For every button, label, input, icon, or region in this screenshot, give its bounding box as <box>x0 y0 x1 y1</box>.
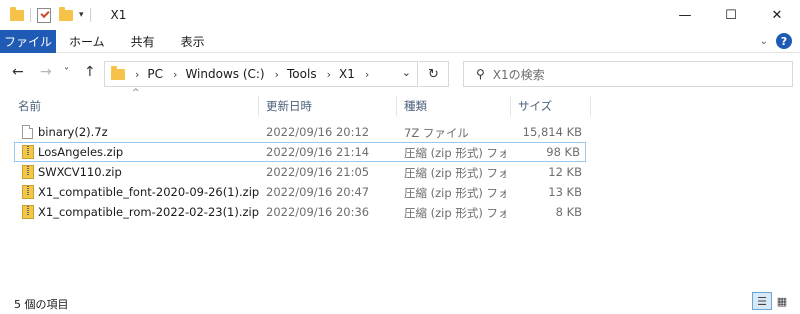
column-size[interactable]: サイズ <box>518 98 552 114</box>
close-button[interactable]: ✕ <box>754 0 800 30</box>
tab-view[interactable]: 表示 <box>168 33 218 50</box>
address-bar[interactable]: › PC › Windows (C:) › Tools › X1 › ⌄ <box>104 61 418 87</box>
breadcrumb-x1[interactable]: X1 <box>339 67 355 81</box>
properties-icon[interactable] <box>37 7 51 23</box>
file-date: 2022/09/16 20:12 <box>266 125 370 139</box>
document-icon <box>22 125 33 139</box>
up-button[interactable]: ↑ <box>84 64 96 80</box>
zip-folder-icon <box>22 185 34 199</box>
column-type[interactable]: 種類 <box>404 98 427 114</box>
file-type: 7Z ファイル <box>404 126 469 140</box>
file-date: 2022/09/16 21:14 <box>266 145 370 159</box>
file-list: binary(2).7z 2022/09/16 20:12 7Z ファイル 15… <box>0 122 800 222</box>
chevron-right-icon[interactable]: › <box>365 68 369 81</box>
file-date: 2022/09/16 21:05 <box>266 165 370 179</box>
column-divider[interactable] <box>258 96 259 116</box>
column-headers: ^ 名前 更新日時 種類 サイズ <box>0 88 800 116</box>
breadcrumb-tools[interactable]: Tools <box>287 67 317 81</box>
search-box[interactable]: ⚲ X1の検索 <box>463 61 793 87</box>
file-date: 2022/09/16 20:47 <box>266 185 370 199</box>
customize-dropdown-icon[interactable]: ▾ <box>79 10 84 20</box>
folder-icon[interactable] <box>10 6 24 21</box>
navigation-bar: ← → ˅ ↑ › PC › Windows (C:) › Tools › X1… <box>0 58 800 90</box>
new-folder-icon[interactable] <box>59 6 73 21</box>
sort-ascending-icon: ^ <box>132 88 140 98</box>
file-type: 圧縮 (zip 形式) フォ... <box>404 206 506 220</box>
expand-ribbon-icon[interactable]: ⌄ <box>760 36 768 47</box>
file-size: 15,814 KB <box>522 125 582 139</box>
window-controls: — ☐ ✕ <box>662 0 800 30</box>
file-type: 圧縮 (zip 形式) フォ... <box>404 166 506 180</box>
file-size: 8 KB <box>555 205 582 219</box>
separator <box>89 8 91 22</box>
large-icons-view-icon[interactable]: ▦ <box>772 292 792 310</box>
minimize-button[interactable]: — <box>662 0 708 30</box>
column-name[interactable]: 名前 <box>18 98 41 114</box>
file-row[interactable]: SWXCV110.zip 2022/09/16 21:05 圧縮 (zip 形式… <box>0 162 800 182</box>
file-size: 13 KB <box>548 185 582 199</box>
file-name: LosAngeles.zip <box>38 145 124 159</box>
search-input[interactable]: X1の検索 <box>493 66 545 83</box>
chevron-right-icon[interactable]: › <box>275 68 279 81</box>
maximize-button[interactable]: ☐ <box>708 0 754 30</box>
help-icon[interactable]: ? <box>776 33 792 49</box>
view-toggle: ☰ ▦ <box>752 292 792 310</box>
chevron-right-icon[interactable]: › <box>135 68 139 81</box>
search-icon: ⚲ <box>476 67 485 81</box>
zip-folder-icon <box>22 145 34 159</box>
file-row[interactable]: X1_compatible_rom-2022-02-23(1).zip 2022… <box>0 202 800 222</box>
column-divider[interactable] <box>510 96 511 116</box>
address-dropdown-icon[interactable]: ⌄ <box>402 66 411 79</box>
file-type: 圧縮 (zip 形式) フォ... <box>404 186 506 200</box>
ribbon-right: ⌄ ? <box>760 33 792 49</box>
column-divider[interactable] <box>396 96 397 116</box>
zip-folder-icon <box>22 205 34 219</box>
tab-share[interactable]: 共有 <box>118 33 168 50</box>
back-button[interactable]: ← <box>12 64 24 80</box>
file-name: X1_compatible_font-2020-09-26(1).zip <box>38 185 260 199</box>
forward-button[interactable]: → <box>40 64 52 80</box>
tab-home[interactable]: ホーム <box>56 33 118 50</box>
file-size: 12 KB <box>548 165 582 179</box>
file-type: 圧縮 (zip 形式) フォ... <box>404 146 506 160</box>
details-view-icon[interactable]: ☰ <box>752 292 772 310</box>
column-divider[interactable] <box>590 96 591 116</box>
status-item-count: 5 個の項目 <box>14 298 69 311</box>
chevron-right-icon[interactable]: › <box>327 68 331 81</box>
tab-file[interactable]: ファイル <box>0 29 56 53</box>
breadcrumb-pc[interactable]: PC <box>147 67 163 81</box>
file-row[interactable]: binary(2).7z 2022/09/16 20:12 7Z ファイル 15… <box>0 122 800 142</box>
file-name: X1_compatible_rom-2022-02-23(1).zip <box>38 205 260 219</box>
folder-icon <box>111 65 125 80</box>
zip-folder-icon <box>22 165 34 179</box>
file-name: SWXCV110.zip <box>38 165 122 179</box>
window-title: X1 <box>110 8 127 22</box>
file-size: 98 KB <box>546 145 580 159</box>
ribbon-tabs: ファイル ホーム 共有 表示 ⌄ ? <box>0 29 800 53</box>
column-date[interactable]: 更新日時 <box>266 98 312 114</box>
quick-access-toolbar: ▾ <box>10 6 97 23</box>
separator <box>30 8 31 22</box>
file-row[interactable]: X1_compatible_font-2020-09-26(1).zip 202… <box>0 182 800 202</box>
recent-locations-button[interactable]: ˅ <box>64 67 69 78</box>
file-date: 2022/09/16 20:36 <box>266 205 370 219</box>
file-name: binary(2).7z <box>38 125 108 139</box>
title-bar: ▾ X1 — ☐ ✕ <box>0 0 800 30</box>
file-row-selected[interactable]: LosAngeles.zip 2022/09/16 21:14 圧縮 (zip … <box>14 142 586 162</box>
refresh-button[interactable]: ↻ <box>419 61 449 87</box>
chevron-right-icon[interactable]: › <box>173 68 177 81</box>
breadcrumb-windows-c[interactable]: Windows (C:) <box>185 67 264 81</box>
